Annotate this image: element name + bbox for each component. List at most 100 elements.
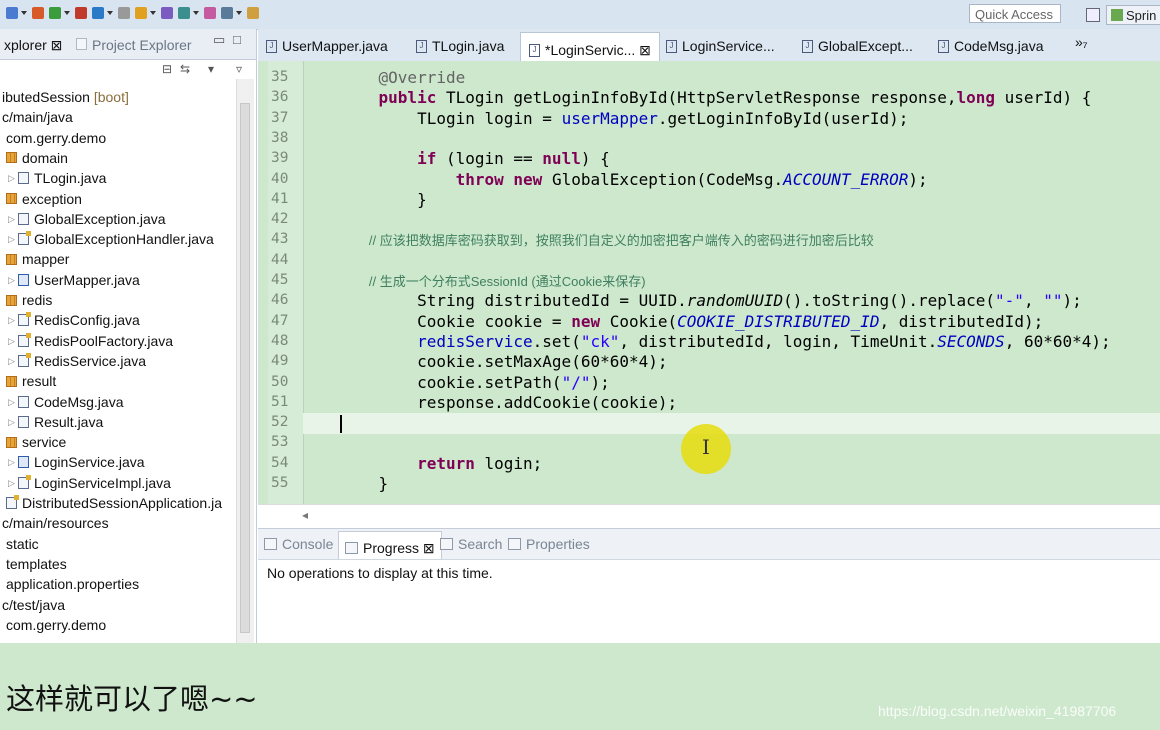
editor-tab[interactable]: J GlobalExcept... — [802, 38, 913, 54]
project-explorer-icon — [76, 38, 87, 50]
panel-tab-bar: Console Progress ⊠ Search Properties — [258, 529, 1160, 560]
tree-item[interactable]: ▷ RedisPoolFactory.java — [0, 331, 173, 351]
toolbar-tool-icon[interactable] — [161, 7, 173, 19]
toolbar-tool-icon[interactable] — [204, 7, 216, 19]
code-token: // 应该把数据库密码获取到，按照我们自定义的加密把客户端传入的密码进行加密后比… — [340, 233, 874, 249]
expand-twisty-icon[interactable]: ▷ — [8, 331, 18, 351]
line-number: 43 — [271, 231, 289, 248]
tree-item-label: GlobalExceptionHandler.java — [34, 231, 214, 248]
toolbar-tool-icon[interactable] — [118, 7, 130, 19]
panel-tab[interactable]: Console — [264, 536, 333, 552]
tree-item[interactable]: exception — [0, 189, 82, 209]
code-area[interactable]: I 35 36 37 38 39 40 41 42 43 44 45 46 47 48 49 50 51 52 53… — [258, 61, 1160, 504]
tree-item[interactable]: templates — [0, 554, 67, 574]
dropdown-arrow-icon[interactable] — [21, 11, 27, 15]
dropdown-arrow-icon[interactable] — [150, 11, 156, 15]
expand-twisty-icon[interactable]: ▷ — [8, 452, 18, 472]
expand-twisty-icon[interactable]: ▷ — [8, 351, 18, 371]
panel-tab[interactable]: Search — [440, 536, 502, 552]
code-token: ); — [590, 372, 610, 392]
editor-tab[interactable]: J TLogin.java — [416, 38, 504, 54]
panel-tab[interactable]: Properties — [508, 536, 590, 552]
expand-twisty-icon[interactable]: ▷ — [8, 229, 18, 249]
link-editor-icon[interactable]: ⇆ — [180, 62, 190, 76]
explorer-tab-bar: xplorer ⊠ Project Explorer ▭ □ — [0, 29, 256, 60]
view-menu-icon[interactable]: ▿ — [236, 62, 242, 76]
toolbar-tool-icon[interactable] — [247, 7, 259, 19]
editor-tab-bar: »₇ J UserMapper.java J TLogin.java J *LoginSe… — [258, 29, 1160, 62]
tree-item[interactable]: c/main/resources — [0, 513, 109, 533]
tree-item[interactable]: c/test/java — [0, 595, 65, 615]
expand-twisty-icon[interactable]: ▷ — [8, 412, 18, 432]
dropdown-arrow-icon[interactable] — [193, 11, 199, 15]
tab-project-explorer-label: Project Explorer — [92, 37, 192, 53]
perspective-switcher[interactable]: Sprin — [1086, 5, 1160, 25]
editor-tab[interactable]: J UserMapper.java — [266, 38, 388, 54]
quick-access-input[interactable]: Quick Access — [969, 4, 1061, 23]
tree-item[interactable]: ▷ CodeMsg.java — [0, 392, 124, 412]
tree-item[interactable]: ▷ RedisConfig.java — [0, 310, 140, 330]
tree-item[interactable]: ▷ Result.java — [0, 412, 103, 432]
tree-item[interactable]: application.properties — [0, 574, 139, 594]
expand-twisty-icon[interactable]: ▷ — [8, 392, 18, 412]
scroll-left-icon[interactable]: ◂ — [302, 508, 308, 522]
tree-item[interactable]: mapper — [0, 249, 69, 269]
expand-twisty-icon[interactable]: ▷ — [8, 209, 18, 229]
tree-item[interactable]: ▷ UserMapper.java — [0, 270, 140, 290]
filter-icon[interactable]: ▾ — [208, 62, 214, 76]
tree-item[interactable]: service — [0, 432, 66, 452]
dropdown-arrow-icon[interactable] — [64, 11, 70, 15]
tree-item[interactable]: domain — [0, 148, 68, 168]
progress-icon — [345, 542, 358, 554]
tree-item[interactable]: result — [0, 371, 56, 391]
expand-twisty-icon[interactable]: ▷ — [8, 168, 18, 188]
dropdown-arrow-icon[interactable] — [107, 11, 113, 15]
editor-tab[interactable]: J *LoginServic... ⊠ — [520, 32, 660, 61]
panel-tab[interactable]: Progress ⊠ — [338, 531, 442, 559]
explorer-scroll-thumb[interactable] — [240, 103, 250, 633]
tree-item[interactable]: ▷ GlobalExceptionHandler.java — [0, 229, 214, 249]
expand-twisty-icon[interactable]: ▷ — [8, 310, 18, 330]
minimize-icon[interactable]: ▭ — [213, 32, 225, 48]
tab-package-explorer[interactable]: xplorer ⊠ — [4, 37, 62, 54]
toolbar-tool-icon[interactable] — [178, 7, 190, 19]
tree-item[interactable]: ▷ RedisService.java — [0, 351, 146, 371]
spring-perspective-button[interactable]: Sprin — [1106, 5, 1160, 25]
tree-item[interactable]: c/main/java — [0, 107, 73, 127]
tree-item[interactable]: ▷ GlobalException.java — [0, 209, 166, 229]
editor-horizontal-scrollbar[interactable]: ◂ — [258, 504, 1160, 529]
toolbar-tool-icon[interactable] — [32, 7, 44, 19]
toolbar-tool-icon[interactable] — [92, 7, 104, 19]
code-token: response.addCookie(cookie); — [340, 392, 678, 412]
more-tabs-button[interactable]: »₇ — [1075, 34, 1088, 50]
toolbar-tool-icon[interactable] — [135, 7, 147, 19]
tree-item[interactable]: static — [0, 534, 39, 554]
toolbar-tool-icon[interactable] — [49, 7, 61, 19]
tree-item[interactable]: ▷ LoginServiceImpl.java — [0, 473, 171, 493]
line-number: 46 — [271, 292, 289, 309]
tree-item[interactable]: com.gerry.demo — [0, 128, 106, 148]
tree-item[interactable]: ibutedSession [boot] — [0, 87, 129, 107]
tree-item[interactable]: DistributedSessionApplication.ja — [0, 493, 222, 513]
toolbar-tool-icon[interactable] — [221, 7, 233, 19]
java-file-icon: J — [938, 39, 949, 53]
tree-item[interactable]: ▷ TLogin.java — [0, 168, 106, 188]
dropdown-arrow-icon[interactable] — [236, 11, 242, 15]
expand-twisty-icon[interactable]: ▷ — [8, 473, 18, 493]
toolbar-tool-icon[interactable] — [6, 7, 18, 19]
open-perspective-icon[interactable] — [1086, 8, 1100, 22]
collapse-all-icon[interactable]: ⊟ — [162, 62, 172, 76]
maximize-icon[interactable]: □ — [233, 32, 241, 47]
toolbar-tool-icon[interactable] — [75, 7, 87, 19]
tree-item[interactable]: com.gerry.demo — [0, 615, 106, 635]
editor-tab[interactable]: J LoginService... — [666, 38, 775, 54]
editor-tab[interactable]: J CodeMsg.java — [938, 38, 1044, 54]
tree-item[interactable]: redis — [0, 290, 52, 310]
explorer-scrollbar[interactable] — [236, 79, 254, 643]
tab-project-explorer[interactable]: Project Explorer — [76, 37, 192, 53]
line-number: 40 — [271, 170, 289, 187]
current-line-highlight — [303, 413, 1160, 434]
editor-tab-label: LoginService... — [682, 38, 775, 54]
expand-twisty-icon[interactable]: ▷ — [8, 270, 18, 290]
tree-item[interactable]: ▷ LoginService.java — [0, 452, 145, 472]
